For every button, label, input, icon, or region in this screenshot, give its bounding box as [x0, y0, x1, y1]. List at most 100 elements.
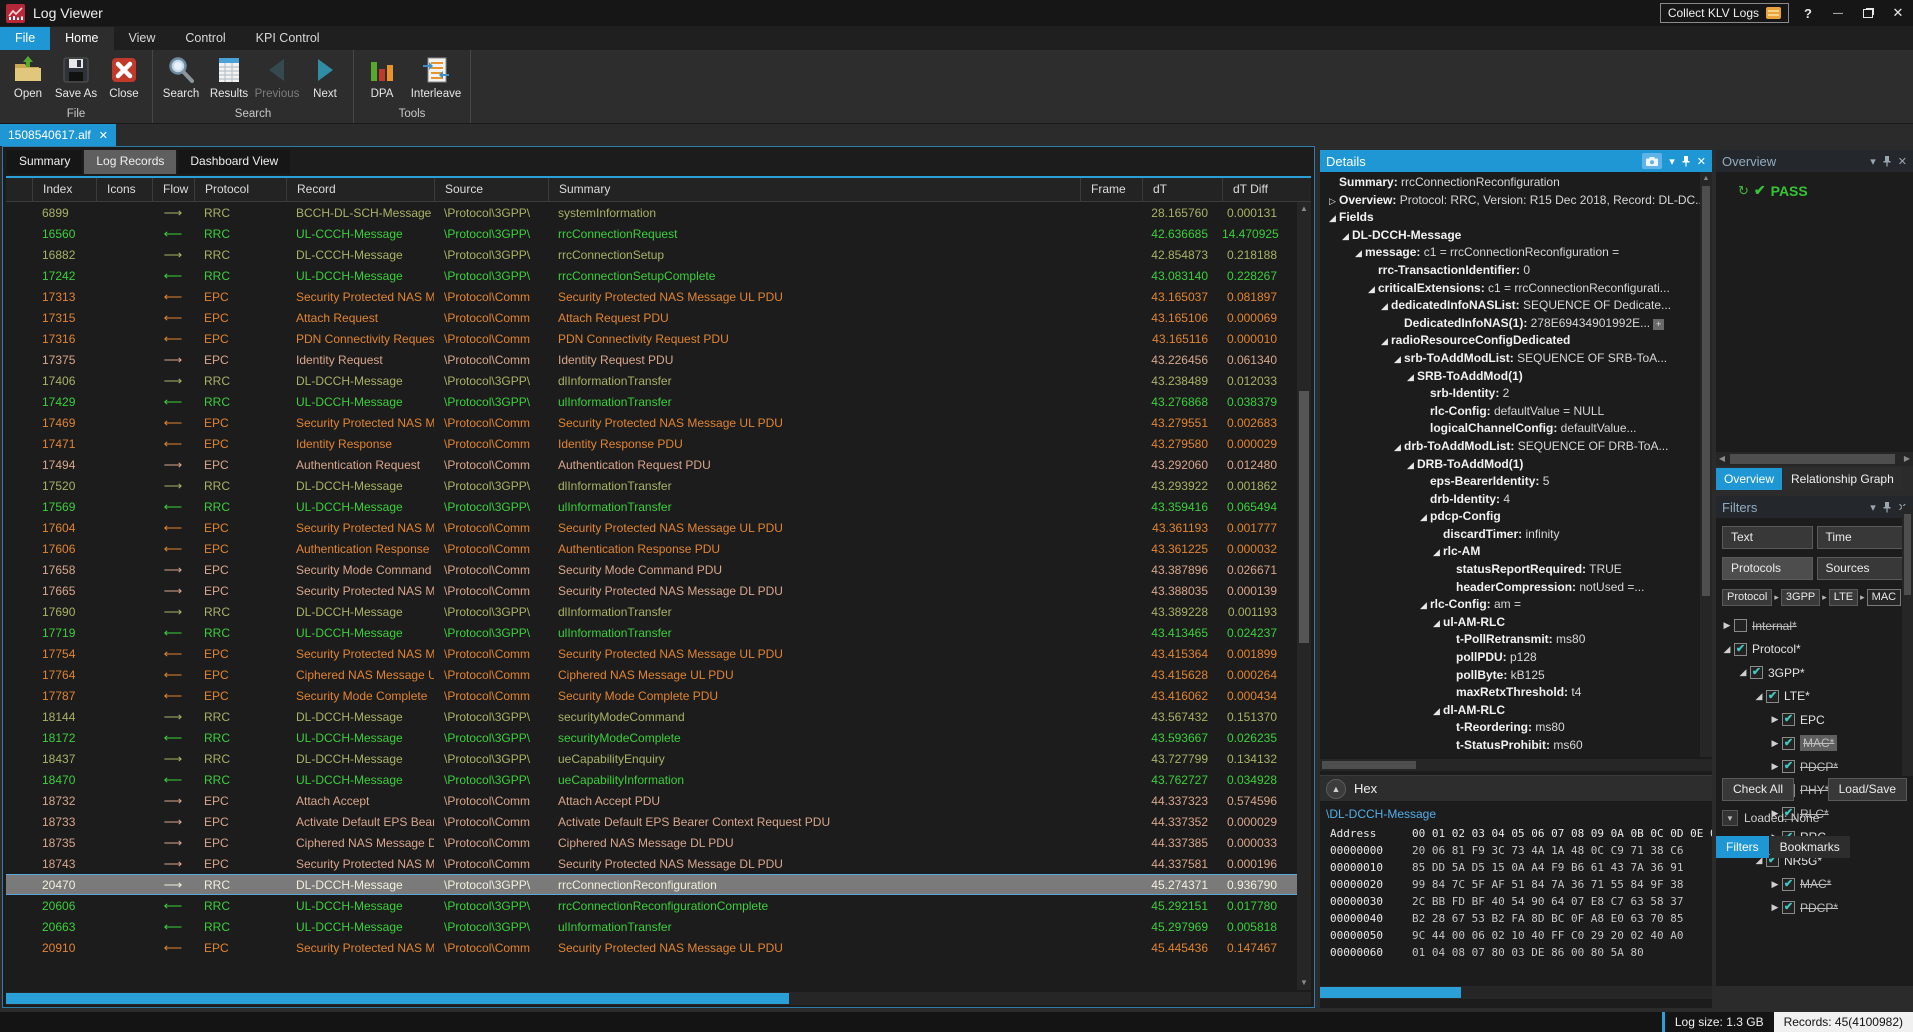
table-row[interactable]: 17316⟵EPCPDN Connectivity Request\Protoc… — [6, 328, 1297, 349]
check-all-button[interactable]: Check All — [1722, 778, 1794, 801]
filter-node-mac[interactable]: ▶✔MAC* — [1716, 873, 1913, 897]
table-row[interactable]: 18743⟶EPCSecurity Protected NAS M\Protoc… — [6, 853, 1297, 874]
column-header-dt-diff[interactable]: dT Diff — [1222, 178, 1291, 201]
checkbox[interactable]: ✔ — [1734, 643, 1747, 656]
filter-text-button[interactable]: Text — [1722, 526, 1813, 549]
checkbox[interactable] — [1734, 619, 1747, 632]
expanded-icon[interactable]: ◢ — [1391, 351, 1404, 368]
details-tree-item[interactable]: maxRetxThreshold: t4 — [1324, 684, 1700, 702]
scroll-right-icon[interactable]: ▶ — [1901, 452, 1913, 466]
scroll-thumb[interactable] — [1322, 761, 1416, 769]
tab-close-icon[interactable]: ✕ — [99, 129, 108, 142]
ribbon-tab-view[interactable]: View — [114, 27, 171, 50]
details-tree-item[interactable]: drb-Identity: 4 — [1324, 491, 1700, 509]
expanded-icon[interactable]: ◢ — [1430, 544, 1443, 561]
details-tree-item[interactable]: ◢radioResourceConfigDedicated — [1324, 332, 1700, 350]
tab-filters[interactable]: Filters — [1716, 836, 1769, 858]
table-row[interactable]: 17690⟶RRCDL-DCCH-Message\Protocol\3GPP\d… — [6, 601, 1297, 622]
table-vertical-scrollbar[interactable]: ▲ ▼ — [1297, 202, 1311, 990]
details-tree-item[interactable]: ◢dedicatedInfoNASList: SEQUENCE OF Dedic… — [1324, 297, 1700, 315]
table-row[interactable]: 18172⟵RRCUL-DCCH-Message\Protocol\3GPP\s… — [6, 727, 1297, 748]
details-tree-item[interactable]: pollByte: kB125 — [1324, 667, 1700, 685]
scroll-up-icon[interactable]: ▲ — [1297, 202, 1311, 216]
ribbon-tab-home[interactable]: Home — [50, 27, 113, 50]
expanded-icon[interactable]: ◢ — [1417, 597, 1430, 614]
checkbox[interactable]: ✔ — [1766, 690, 1779, 703]
interleave-button[interactable]: Interleave — [406, 53, 466, 107]
details-tree-item[interactable]: Summary: rrcConnectionReconfiguration — [1324, 174, 1700, 192]
table-row[interactable]: 17658⟶EPCSecurity Mode Command\Protocol\… — [6, 559, 1297, 580]
details-tree-item[interactable]: ◢rlc-Config: am = — [1324, 596, 1700, 614]
checkbox[interactable]: ✔ — [1782, 878, 1795, 891]
collapse-up-icon[interactable]: ▲ — [1326, 779, 1346, 799]
table-row[interactable]: 18733⟶EPCActivate Default EPS Beare\Prot… — [6, 811, 1297, 832]
breadcrumb-protocol[interactable]: Protocol — [1722, 589, 1772, 606]
scroll-thumb[interactable] — [1730, 454, 1895, 464]
table-row[interactable]: 17787⟵EPCSecurity Mode Complete\Protocol… — [6, 685, 1297, 706]
minimize-icon[interactable] — [1823, 0, 1853, 26]
table-row[interactable]: 17313⟵EPCSecurity Protected NAS M\Protoc… — [6, 286, 1297, 307]
pin-icon[interactable] — [1883, 502, 1891, 513]
details-tree-item[interactable]: ◢rlc-AM — [1324, 543, 1700, 561]
table-row[interactable]: 18144⟶RRCDL-DCCH-Message\Protocol\3GPP\s… — [6, 706, 1297, 727]
details-vertical-scrollbar[interactable]: ▲ — [1700, 172, 1712, 757]
details-tree-item[interactable]: eps-BearerIdentity: 5 — [1324, 473, 1700, 491]
filter-node-pdcp[interactable]: ▶✔PDCP* — [1716, 755, 1913, 779]
table-row[interactable]: 20663⟵RRCUL-DCCH-Message\Protocol\3GPP\u… — [6, 916, 1297, 937]
load-save-button[interactable]: Load/Save — [1828, 778, 1907, 801]
details-tree-item[interactable]: ◢SRB-ToAddMod(1) — [1324, 368, 1700, 386]
maximize-icon[interactable] — [1853, 0, 1883, 26]
scroll-thumb[interactable] — [1702, 186, 1710, 596]
checkbox[interactable]: ✔ — [1782, 760, 1795, 773]
table-row[interactable]: 17665⟶EPCSecurity Protected NAS M\Protoc… — [6, 580, 1297, 601]
table-row[interactable]: 17469⟵EPCSecurity Protected NAS M\Protoc… — [6, 412, 1297, 433]
hex-row[interactable]: 0000006001 04 08 07 80 03 DE 86 00 80 5A… — [1320, 944, 1712, 961]
table-row[interactable]: 17494⟶EPCAuthentication Request\Protocol… — [6, 454, 1297, 475]
filter-protocols-button[interactable]: Protocols — [1722, 557, 1813, 580]
details-horizontal-scrollbar[interactable] — [1320, 759, 1712, 771]
details-tree-item[interactable]: ◢DL-DCCH-Message — [1324, 227, 1700, 245]
expanded-icon[interactable]: ◢ — [1404, 369, 1417, 386]
filter-time-button[interactable]: Time — [1817, 526, 1908, 549]
tab-overview[interactable]: Overview — [1716, 468, 1782, 490]
table-row[interactable]: 16560⟵RRCUL-CCCH-Message\Protocol\3GPP\r… — [6, 223, 1297, 244]
save-as-button[interactable]: Save As — [52, 53, 100, 107]
details-tree-item[interactable]: ◢drb-ToAddModList: SEQUENCE OF DRB-ToA..… — [1324, 438, 1700, 456]
details-tree-item[interactable]: headerCompression: notUsed =... — [1324, 579, 1700, 597]
expanded-icon[interactable]: ◢ — [1752, 691, 1766, 702]
tab-log-records[interactable]: Log Records — [84, 150, 176, 174]
next-button[interactable]: Next — [301, 53, 349, 107]
table-row[interactable]: 18437⟶RRCDL-DCCH-Message\Protocol\3GPP\u… — [6, 748, 1297, 769]
filter-node-protocol[interactable]: ◢✔Protocol* — [1716, 638, 1913, 662]
hex-row[interactable]: 000000509C 44 00 06 02 10 40 FF C0 29 20… — [1320, 927, 1712, 944]
collapsed-icon[interactable]: ▶ — [1768, 902, 1782, 913]
details-tree-item[interactable]: ◢dl-AM-RLC — [1324, 702, 1700, 720]
tab-bookmarks[interactable]: Bookmarks — [1770, 836, 1850, 858]
column-header-dt[interactable]: dT — [1142, 178, 1222, 201]
details-tree-item[interactable]: t-StatusProhibit: ms60 — [1324, 737, 1700, 755]
table-row[interactable]: 18470⟵RRCUL-DCCH-Message\Protocol\3GPP\u… — [6, 769, 1297, 790]
table-row[interactable]: 17406⟶RRCDL-DCCH-Message\Protocol\3GPP\d… — [6, 370, 1297, 391]
expanded-icon[interactable]: ◢ — [1326, 210, 1339, 227]
details-tree-item[interactable]: ◢pdcp-Config — [1324, 508, 1700, 526]
filter-node-3gpp[interactable]: ◢✔3GPP* — [1716, 661, 1913, 685]
scroll-thumb[interactable] — [1320, 987, 1461, 998]
filter-sources-button[interactable]: Sources — [1817, 557, 1908, 580]
details-tree-item[interactable]: ◢message: c1 = rrcConnectionReconfigurat… — [1324, 244, 1700, 262]
expanded-icon[interactable]: ◢ — [1430, 615, 1443, 632]
details-tree-item[interactable]: t-PollRetransmit: ms80 — [1324, 631, 1700, 649]
tab-dashboard-view[interactable]: Dashboard View — [178, 150, 290, 174]
expanded-icon[interactable]: ◢ — [1430, 703, 1443, 720]
table-row[interactable]: 20606⟵RRCUL-DCCH-Message\Protocol\3GPP\r… — [6, 895, 1297, 916]
open-button[interactable]: Open — [4, 53, 52, 107]
details-tree-item[interactable]: ◢srb-ToAddModList: SEQUENCE OF SRB-ToA..… — [1324, 350, 1700, 368]
table-row[interactable]: 17315⟵EPCAttach Request\Protocol\CommAtt… — [6, 307, 1297, 328]
filter-node-mac[interactable]: ▶✔MAC* — [1716, 732, 1913, 756]
details-tree-item[interactable]: pollPDU: p128 — [1324, 649, 1700, 667]
collapsed-icon[interactable]: ▶ — [1768, 738, 1782, 749]
table-row[interactable]: 20470⟶RRCDL-DCCH-Message\Protocol\3GPP\r… — [6, 874, 1297, 895]
column-header-flow[interactable]: Flow — [152, 178, 194, 201]
filter-node-pdcp[interactable]: ▶✔PDCP* — [1716, 896, 1913, 920]
details-tree-item[interactable]: statusReportRequired: TRUE — [1324, 561, 1700, 579]
table-row[interactable]: 17520⟶RRCDL-DCCH-Message\Protocol\3GPP\d… — [6, 475, 1297, 496]
